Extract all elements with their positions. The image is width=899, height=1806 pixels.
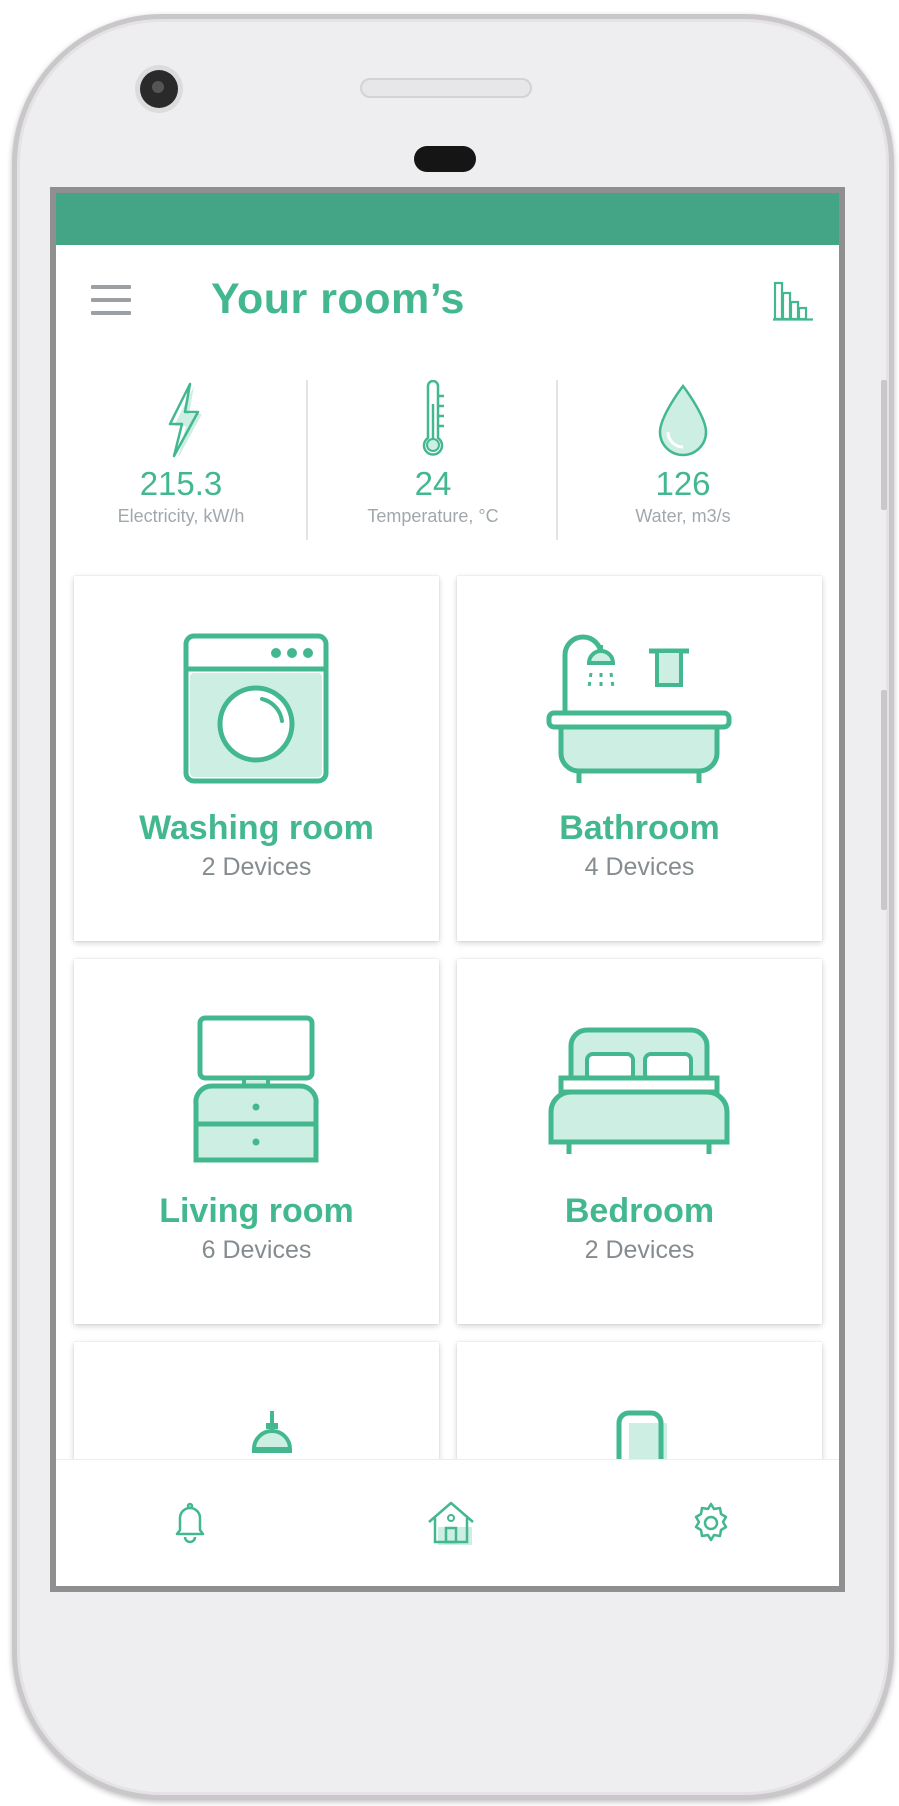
earpiece-speaker [360,78,532,98]
bathtub-icon [539,631,739,796]
room-name: Washing room [139,809,374,847]
metric-label: Temperature, °C [367,506,499,526]
lightning-bolt-icon [146,380,216,460]
bottom-navigation [56,1459,839,1586]
metric-value: 24 [414,465,452,502]
room-card-washing-room[interactable]: Washing room 2 Devices [74,576,439,941]
room-card-living-room[interactable]: Living room 6 Devices [74,959,439,1324]
room-device-count: 6 Devices [201,1236,312,1264]
metric-value: 215.3 [139,465,223,502]
home-icon[interactable] [423,1498,479,1548]
room-name: Bedroom [564,1192,715,1230]
room-card-bathroom[interactable]: Bathroom 4 Devices [457,576,822,941]
room-device-count: 2 Devices [201,853,312,881]
metric-water: 126 Water, m3/s [558,380,808,540]
thermometer-icon [398,379,468,460]
app-bar: Your room’s [56,245,839,361]
metric-label: Electricity, kW/h [117,506,245,526]
metrics-row: 215.3 Electricity, kW/h 24 Temperature, … [56,379,839,540]
water-drop-icon [648,380,718,460]
metric-value: 126 [655,465,711,502]
metric-label: Water, m3/s [635,506,731,526]
room-name: Bathroom [559,809,720,847]
power-button [881,380,887,510]
hamburger-menu-icon[interactable] [91,285,131,315]
front-camera [140,70,178,108]
proximity-sensor [414,146,476,172]
volume-button [881,690,887,910]
status-bar [56,193,839,245]
room-name: Living room [159,1192,354,1230]
app-screen: Your room’s 215.3 Electricity, kW/h 24 T… [50,187,845,1592]
bed-icon [539,1014,739,1179]
metric-temperature: 24 Temperature, °C [308,379,558,540]
tv-stand-icon [156,1014,356,1179]
room-device-count: 4 Devices [584,853,695,881]
room-card-bedroom[interactable]: Bedroom 2 Devices [457,959,822,1324]
gear-icon[interactable] [686,1498,736,1548]
phone-mockup: Your room’s 215.3 Electricity, kW/h 24 T… [0,0,899,1806]
room-device-count: 2 Devices [584,1236,695,1264]
bar-chart-icon[interactable] [772,280,814,322]
bell-icon[interactable] [165,1498,215,1548]
page-title: Your room’s [211,275,465,323]
washing-machine-icon [156,631,356,796]
metric-electricity: 215.3 Electricity, kW/h [56,380,306,540]
